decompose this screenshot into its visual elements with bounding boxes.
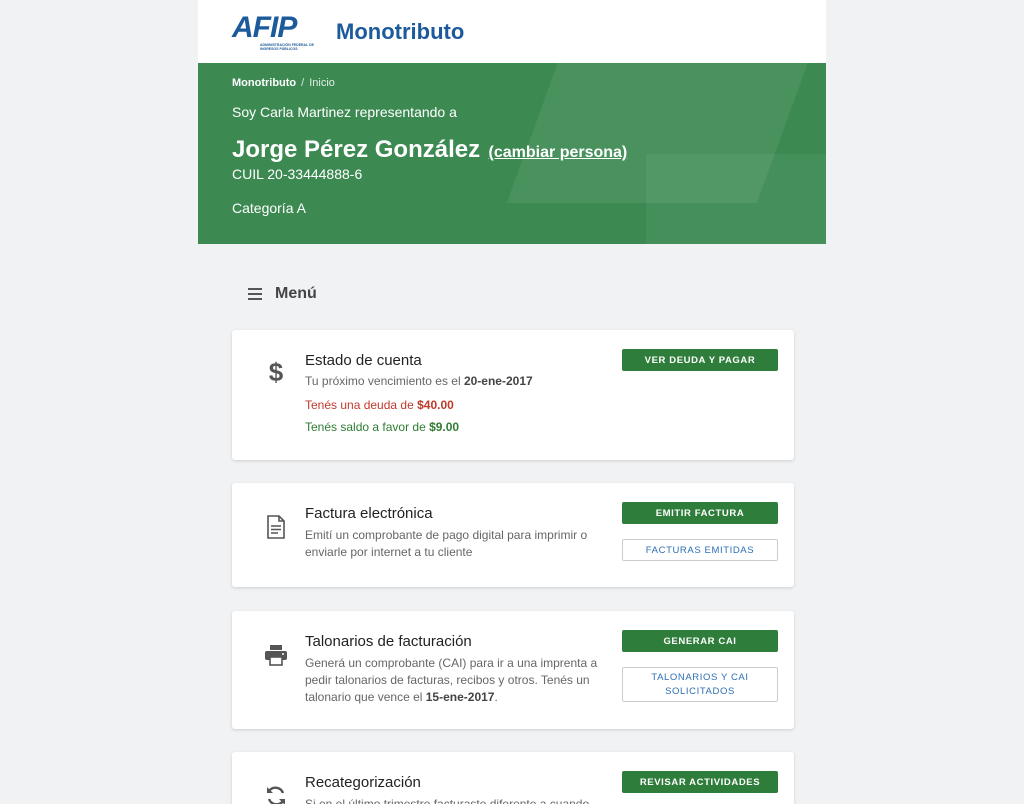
- debt-amount: $40.00: [417, 398, 454, 412]
- document-icon: [264, 513, 288, 541]
- issued-invoices-button[interactable]: FACTURAS EMITIDAS: [622, 539, 778, 561]
- afip-logo-letters: AFIP: [232, 10, 297, 44]
- debt-text: Tenés una deuda de $40.00: [305, 398, 615, 412]
- card-description: Emití un comprobante de pago digital par…: [305, 528, 588, 559]
- card-description: Si en el último trimestre facturaste dif…: [305, 797, 590, 804]
- card-talonarios-de-facturacion: Talonarios de facturación Generá un comp…: [232, 611, 794, 729]
- requested-cai-button[interactable]: TALONARIOS Y CAI SOLICITADOS: [622, 667, 778, 702]
- card-factura-electronica: Factura electrónica Emití un comprobante…: [232, 483, 794, 587]
- breadcrumb: Monotributo / Inicio: [232, 77, 792, 89]
- menu-label: Menú: [275, 285, 317, 302]
- printer-icon: [264, 641, 288, 669]
- breadcrumb-separator: /: [301, 77, 305, 89]
- person-name: Jorge Pérez González: [232, 136, 481, 163]
- represented-person: Jorge Pérez González (cambiar persona): [232, 136, 792, 164]
- card-title: Talonarios de facturación: [305, 633, 472, 650]
- menu-toggle[interactable]: Menú: [248, 284, 826, 304]
- dollar-icon: $: [268, 356, 284, 387]
- category-label: Categoría A: [232, 200, 306, 216]
- review-activities-button[interactable]: REVISAR ACTIVIDADES: [622, 771, 778, 793]
- page: AFIP ADMINISTRACIÓN FEDERAL DE INGRESOS …: [198, 0, 826, 804]
- next-due-prefix: Tu próximo vencimiento es el: [305, 374, 464, 388]
- generate-cai-button[interactable]: GENERAR CAI: [622, 630, 778, 652]
- change-person-link[interactable]: (cambiar persona): [489, 144, 628, 161]
- afip-logo-subtitle: ADMINISTRACIÓN FEDERAL DE INGRESOS PÚBLI…: [260, 42, 314, 51]
- next-due-text: Tu próximo vencimiento es el 20-ene-2017: [305, 373, 615, 390]
- representing-text: Soy Carla Martinez representando a: [232, 104, 457, 120]
- card-estado-de-cuenta: $ Estado de cuenta Tu próximo vencimient…: [232, 330, 794, 460]
- credit-prefix: Tenés saldo a favor de: [305, 420, 430, 434]
- credit-text: Tenés saldo a favor de $9.00: [305, 420, 615, 434]
- breadcrumb-root[interactable]: Monotributo: [232, 77, 296, 89]
- top-bar: AFIP ADMINISTRACIÓN FEDERAL DE INGRESOS …: [198, 0, 826, 63]
- cuil-number: CUIL 20-33444888-6: [232, 166, 363, 182]
- card-title: Estado de cuenta: [305, 352, 422, 369]
- issue-invoice-button[interactable]: EMITIR FACTURA: [622, 502, 778, 524]
- breadcrumb-current: Inicio: [309, 77, 335, 89]
- card-title: Factura electrónica: [305, 505, 433, 522]
- afip-logo-mark: AFIP ADMINISTRACIÓN FEDERAL DE INGRESOS …: [232, 10, 326, 51]
- talonario-due-date: 15-ene-2017: [425, 690, 495, 704]
- next-due-date: 20-ene-2017: [463, 374, 533, 388]
- refresh-icon: [264, 782, 288, 804]
- pay-debt-button[interactable]: VER DEUDA Y PAGAR: [622, 349, 778, 371]
- card-description: Generá un comprobante (CAI) para ir a un…: [305, 655, 615, 706]
- card-body: Estado de cuenta Tu próximo vencimiento …: [305, 352, 615, 434]
- card-body: Talonarios de facturación Generá un comp…: [305, 633, 615, 706]
- card-body: Factura electrónica Emití un comprobante…: [305, 505, 615, 561]
- credit-amount: $9.00: [429, 420, 460, 434]
- card-title: Recategorización: [305, 774, 421, 791]
- card-recategorizacion: Recategorización Si en el último trimest…: [232, 752, 794, 804]
- card-description-end: .: [494, 690, 498, 704]
- app-name: Monotributo: [336, 18, 465, 44]
- debt-prefix: Tenés una deuda de: [305, 398, 418, 412]
- profile-banner: Monotributo / Inicio Soy Carla Martinez re…: [198, 63, 826, 244]
- hamburger-icon: [248, 288, 262, 300]
- afip-logo[interactable]: AFIP ADMINISTRACIÓN FEDERAL DE INGRESOS …: [232, 10, 465, 51]
- card-body: Recategorización Si en el último trimest…: [305, 774, 615, 804]
